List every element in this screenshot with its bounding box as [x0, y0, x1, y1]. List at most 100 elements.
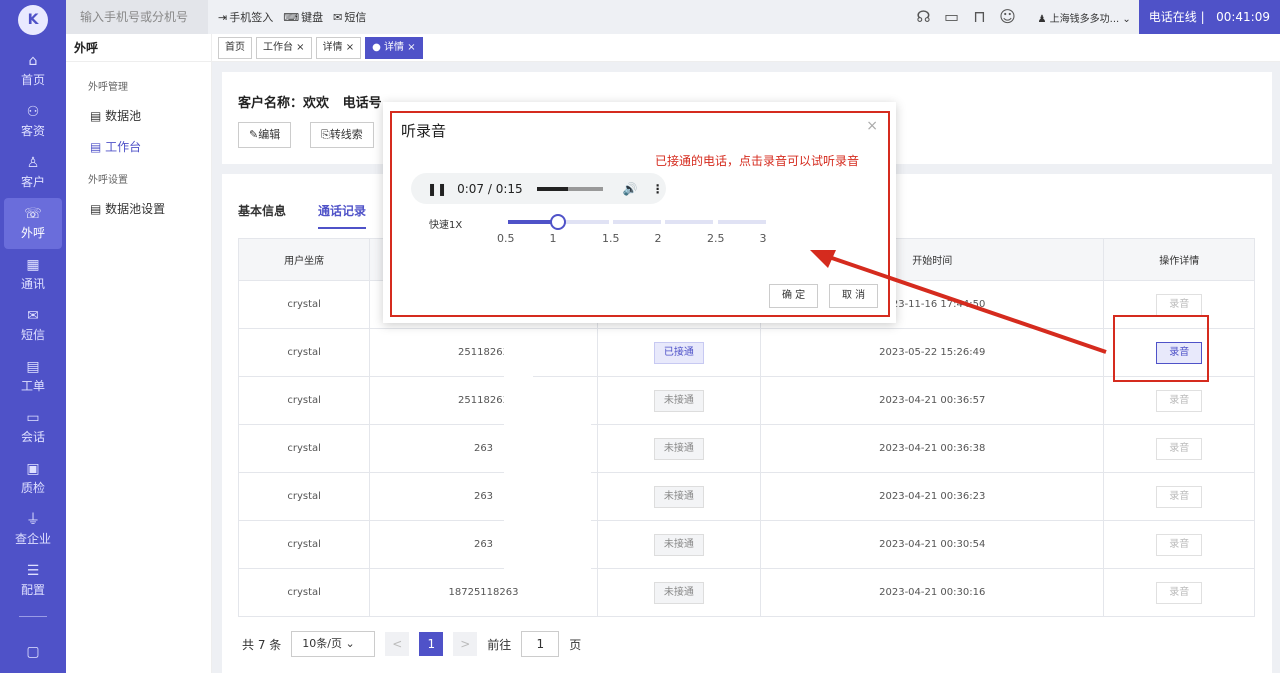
status-badge: 未接通: [653, 581, 704, 604]
sidebar-item-6[interactable]: ▤ 工单: [0, 351, 66, 402]
play-recording-button[interactable]: 录音: [1156, 533, 1203, 556]
sidebar-item-label: 配置: [20, 583, 45, 597]
phone-status[interactable]: 电话在线 | 00:41:09: [1138, 0, 1280, 34]
speed-label: 快速1X: [429, 220, 463, 231]
sidebar-item-8[interactable]: ▣ 质检: [0, 453, 66, 504]
status-badge: 未接通: [653, 533, 704, 556]
next-page-button[interactable]: >: [453, 632, 478, 656]
status-badge: 已接通: [653, 341, 704, 364]
sidebar-item-11[interactable]: ▢: [0, 627, 66, 678]
subnav-item-workbench[interactable]: ▤ 工作台: [66, 138, 211, 155]
sidebar-item-label: 外呼: [20, 226, 45, 240]
convert-icon: ⎘: [321, 128, 330, 141]
cell-start: 2023-04-21 00:30:16: [760, 568, 1105, 617]
convert-lead-button[interactable]: ⎘转线索: [310, 122, 374, 148]
headset-icon[interactable]: ☊: [913, 6, 935, 28]
cell-start: 2023-05-22 15:26:49: [760, 328, 1105, 377]
speed-ticks: 0.5 1 1.5 2 2.5 3: [497, 232, 777, 246]
table-row: crystal 263 未接通 2023-04-21 00:36:23 录音: [237, 472, 1255, 521]
sidebar-item-label: 首页: [20, 73, 45, 87]
tab-basic-info[interactable]: 基本信息: [238, 202, 286, 229]
audio-player: ❚❚ 0:07 / 0:15 🔊 ⋮: [411, 173, 666, 204]
cell-agent: crystal: [237, 568, 371, 617]
page-unit: 页: [569, 637, 582, 652]
status-badge: 未接通: [653, 389, 704, 412]
speed-slider[interactable]: [508, 214, 766, 230]
total-count: 共 7 条: [242, 637, 282, 652]
table-row: crystal 263 未接通 2023-04-21 00:30:54 录音: [237, 520, 1255, 569]
tab-workbench[interactable]: 工作台 ×: [256, 36, 312, 59]
signin-icon: ⇥: [218, 10, 228, 24]
prev-page-button[interactable]: <: [385, 632, 410, 656]
recording-dialog: 听录音 × 已接通的电话，点击录音可以试听录音 ❚❚ 0:07 / 0:15 🔊…: [383, 102, 896, 323]
table-row: crystal 25118263 已接通 2023-05-22 15:26:49 录音: [237, 328, 1255, 377]
nav-icon: ▦: [26, 257, 40, 273]
book-icon[interactable]: ⊓: [969, 6, 991, 28]
sidebar-item-0[interactable]: ⌂ 首页: [0, 45, 66, 96]
more-options-icon[interactable]: ⋮: [652, 182, 664, 196]
subnav-group-manage: 外呼管理: [88, 82, 128, 93]
edit-icon: ✎: [249, 128, 259, 141]
company-selector[interactable]: ♟ 上海钱多多功... ⌄: [1038, 10, 1131, 25]
sms-button[interactable]: ✉ 短信: [333, 9, 366, 25]
playback-progress[interactable]: [536, 186, 603, 191]
subnav-item-poolsetting[interactable]: ▤ 数据池设置: [66, 200, 211, 217]
edit-button[interactable]: ✎编辑: [238, 122, 292, 148]
tab-detail[interactable]: 详情 ×: [315, 36, 362, 59]
play-recording-button[interactable]: 录音: [1156, 581, 1203, 604]
app-logo: K: [18, 5, 48, 35]
current-page[interactable]: 1: [419, 632, 444, 656]
sidebar-item-label: 短信: [20, 328, 45, 342]
sidebar-item-3[interactable]: ☏ 外呼: [4, 198, 62, 249]
sidebar-item-label: 通讯: [20, 277, 45, 291]
sidebar-item-label: 查企业: [14, 532, 51, 546]
phone-signin-button[interactable]: ⇥ 手机签入: [218, 9, 273, 25]
play-recording-button[interactable]: 录音: [1156, 437, 1203, 460]
close-icon[interactable]: ×: [866, 118, 878, 134]
sidebar-item-1[interactable]: ⚇ 客资: [0, 96, 66, 147]
column-header: 操作详情: [1103, 238, 1255, 281]
sidebar-item-4[interactable]: ▦ 通讯: [0, 249, 66, 300]
monitor-icon[interactable]: ▭: [941, 6, 963, 28]
play-recording-button[interactable]: 录音: [1156, 293, 1203, 316]
speed-tick-label: 1: [549, 232, 557, 245]
tab-home[interactable]: 首页: [218, 36, 252, 59]
tab-call-records[interactable]: 通话记录: [318, 202, 367, 229]
sidebar-item-10[interactable]: ☰ 配置: [0, 555, 66, 606]
annotation-hint: 已接通的电话，点击录音可以试听录音: [655, 154, 860, 168]
phone-search-input[interactable]: 输入手机号或分机号: [66, 0, 208, 34]
sidebar-item-label: 质检: [20, 481, 45, 495]
nav-icon: ▣: [26, 461, 40, 477]
cancel-button[interactable]: 取 消: [829, 284, 879, 308]
top-bar: 输入手机号或分机号 ⇥ 手机签入 ⌨ 键盘 ✉ 短信 ☊ ▭ ⊓ ☺ ♟ 上海钱多多功…: [66, 0, 1280, 34]
goto-page-input[interactable]: 1: [521, 631, 560, 657]
sidebar-item-label: 会话: [20, 430, 45, 444]
nav-icon: ☰: [26, 563, 40, 579]
confirm-button[interactable]: 确 定: [769, 284, 819, 308]
status-badge: 未接通: [653, 437, 704, 460]
table-row: crystal 25118263 未接通 2023-04-21 00:36:57 录音: [237, 376, 1255, 425]
sidebar-item-2[interactable]: ♙ 客户: [0, 147, 66, 198]
pause-icon[interactable]: ❚❚: [427, 182, 447, 196]
page-size-select[interactable]: 10条/页 ⌄: [291, 631, 376, 657]
sidebar-item-9[interactable]: ⏚ 查企业: [0, 504, 66, 555]
column-header: 用户坐席: [237, 238, 371, 281]
subnav-item-datapool[interactable]: ▤ 数据池: [66, 107, 211, 124]
table-row: crystal 263 未接通 2023-04-21 00:36:38 录音: [237, 424, 1255, 473]
cell-agent: crystal: [237, 520, 371, 569]
sidebar-item-5[interactable]: ✉ 短信: [0, 300, 66, 351]
table-row: crystal 18725118263 未接通 2023-04-21 00:30:16…: [237, 568, 1255, 617]
cell-agent: crystal: [237, 328, 371, 377]
annotation-highlight-box: [1113, 315, 1209, 382]
keyboard-button[interactable]: ⌨ 键盘: [283, 9, 323, 25]
sub-navigation: 外呼 外呼管理 ▤ 数据池 ▤ 工作台 外呼设置 ▤ 数据池设置: [66, 34, 212, 673]
tab-detail-active[interactable]: ● 详情 ×: [365, 36, 423, 59]
user-icon: ♟: [1037, 13, 1050, 25]
play-recording-button[interactable]: 录音: [1156, 389, 1203, 412]
sidebar-item-7[interactable]: ▭ 会话: [0, 402, 66, 453]
volume-icon[interactable]: 🔊: [623, 182, 638, 196]
play-recording-button[interactable]: 录音: [1156, 485, 1203, 508]
cell-phone: 18725118263: [369, 568, 598, 617]
speed-slider-knob[interactable]: [550, 214, 566, 230]
chat-icon[interactable]: ☺: [997, 6, 1019, 28]
